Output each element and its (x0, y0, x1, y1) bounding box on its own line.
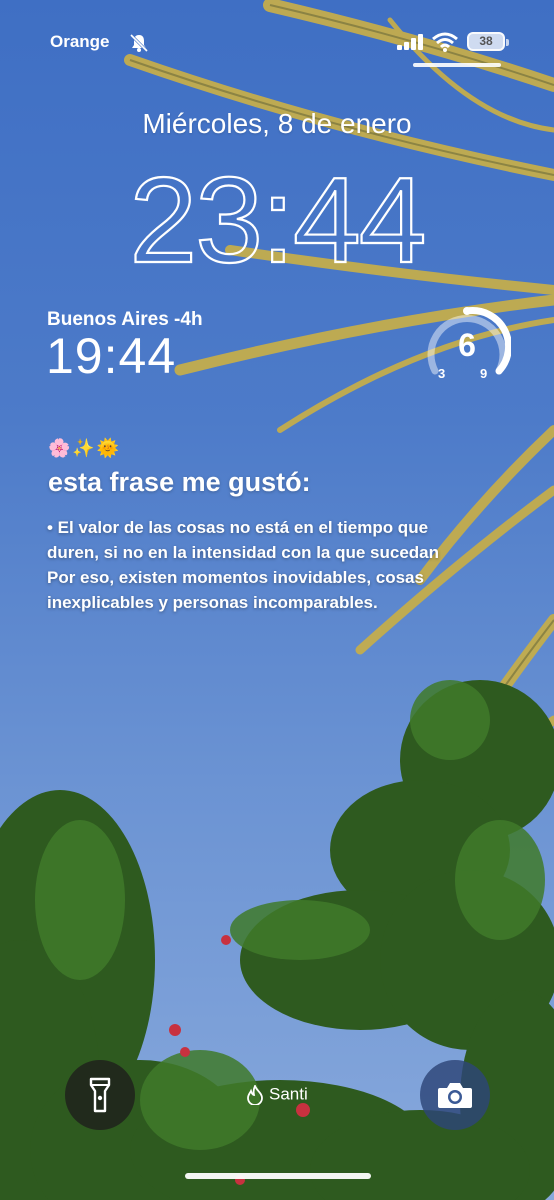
gauge-value: 6 (458, 327, 476, 363)
home-indicator[interactable] (185, 1173, 371, 1179)
lock-time: 23:44 (128, 162, 428, 272)
gauge-min: 3 (438, 366, 446, 381)
signal-icon (397, 34, 423, 50)
control-center-indicator[interactable] (413, 63, 501, 67)
camera-button[interactable] (420, 1060, 490, 1130)
battery-icon: 38 (467, 32, 505, 51)
battery-cap (506, 39, 509, 46)
note-line: duren, si no en la intensidad con la que… (47, 543, 440, 562)
note-line: inexplicables y personas incomparables. (47, 593, 378, 612)
note-emojis: 🌸✨🌞 (48, 438, 122, 458)
flame-icon (247, 1083, 264, 1106)
wifi-icon (432, 32, 458, 52)
owner-name: Santi (268, 1084, 308, 1104)
note-line: • El valor de las cosas no está en el ti… (47, 518, 429, 537)
status-bar: Orange 38 (0, 30, 554, 56)
note-body: • El valor de las cosas no está en el ti… (47, 515, 537, 615)
camera-icon (438, 1083, 472, 1108)
gauge-max: 9 (480, 366, 488, 381)
world-clock-time: 19:44 (46, 328, 177, 384)
lock-date: Miércoles, 8 de enero (142, 108, 412, 139)
carrier-label: Orange (50, 32, 110, 51)
gauge-marker (463, 307, 471, 315)
note-title: esta frase me gustó: (48, 467, 311, 497)
lock-time-text: 23:44 (129, 162, 424, 272)
bell-slash-icon (129, 33, 149, 53)
note-line: Por eso, existen momentos inovidables, c… (47, 568, 424, 587)
